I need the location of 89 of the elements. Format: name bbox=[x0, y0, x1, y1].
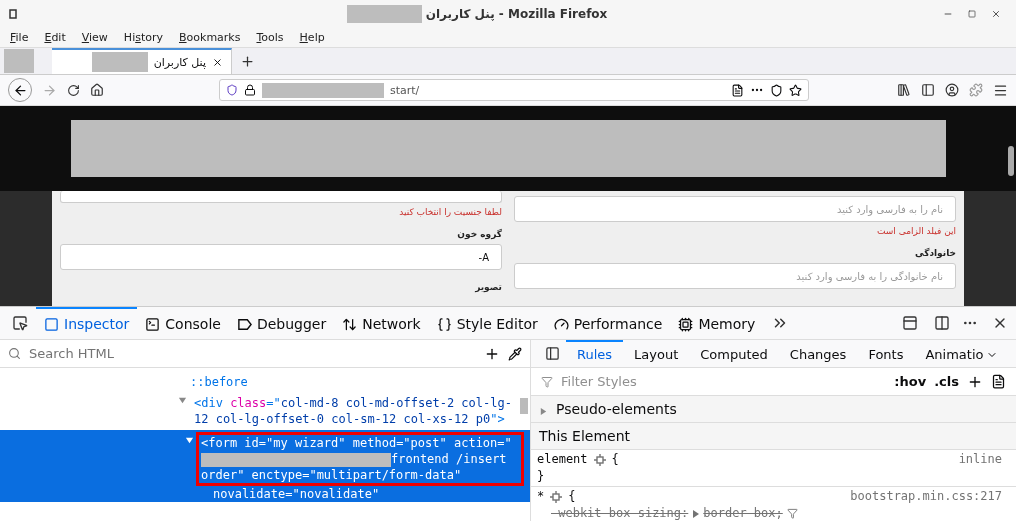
window-icon bbox=[8, 9, 18, 19]
home-icon[interactable] bbox=[90, 83, 104, 97]
rule-selector: * bbox=[537, 488, 545, 505]
debugger-icon bbox=[236, 316, 252, 332]
rule-source[interactable]: inline bbox=[958, 451, 1002, 468]
devtools-tab[interactable]: Memory bbox=[670, 307, 764, 339]
menu-item[interactable]: File bbox=[10, 31, 29, 44]
devtools-tab[interactable]: Network bbox=[334, 307, 429, 339]
twisty-icon[interactable] bbox=[178, 396, 187, 405]
markup-node[interactable]: <form id="my wizard" method="post" action=" frontend /insert order" enctype="multipart/form-data" novalidate="novalidate" bbox=[0, 430, 530, 502]
browser-tab[interactable]: پنل کاربران bbox=[52, 48, 232, 74]
window-title: پنل کاربران - Mozilla Firefox bbox=[425, 7, 608, 21]
crosshair-icon[interactable] bbox=[550, 490, 563, 503]
filter-icon bbox=[541, 375, 553, 388]
document-icon[interactable] bbox=[991, 374, 1006, 389]
shield-icon[interactable] bbox=[770, 83, 783, 97]
rule-selector: element bbox=[537, 451, 588, 468]
plus-icon[interactable] bbox=[240, 53, 255, 69]
pseudo-toggle[interactable]: :hov bbox=[894, 374, 927, 389]
puzzle-icon[interactable] bbox=[969, 83, 983, 97]
gauge-icon bbox=[553, 316, 569, 332]
sidebar-tab[interactable]: Rules bbox=[566, 340, 624, 367]
console-icon bbox=[145, 316, 161, 332]
close-icon[interactable] bbox=[991, 9, 1001, 19]
css-value[interactable]: border-box; bbox=[703, 505, 783, 521]
sidebar-icon[interactable] bbox=[921, 83, 935, 97]
braces-icon bbox=[436, 316, 452, 332]
devtools-tab[interactable]: Debugger bbox=[228, 307, 335, 339]
section-title: Pseudo-elements bbox=[556, 401, 677, 417]
picker-icon[interactable] bbox=[12, 315, 28, 331]
text-field[interactable]: A- bbox=[60, 244, 502, 270]
devtools-tab[interactable]: Inspector bbox=[36, 307, 138, 339]
crosshair-icon[interactable] bbox=[593, 453, 606, 466]
markup-node[interactable]: <div class="col-md-8 col-md-offset-2 col-lg-12 col-lg-offset-0 col-sm-12 col-xs-12 p0"> bbox=[0, 390, 530, 430]
dock-icon[interactable] bbox=[902, 315, 918, 331]
scrollbar-thumb[interactable] bbox=[520, 398, 528, 414]
brace: } bbox=[537, 468, 546, 485]
section-header[interactable]: Pseudo-elements bbox=[531, 396, 1016, 423]
rule-source[interactable]: bootstrap.min.css:217 bbox=[850, 488, 1002, 505]
filter-icon[interactable] bbox=[786, 508, 798, 519]
scrollbar-thumb[interactable] bbox=[1008, 146, 1014, 176]
menu-item[interactable]: Tools bbox=[256, 31, 284, 44]
sidebar-tab[interactable]: Changes bbox=[778, 340, 858, 367]
menu-item[interactable]: Bookmarks bbox=[179, 31, 241, 44]
expander-icon[interactable] bbox=[539, 406, 548, 416]
twisty-icon[interactable] bbox=[185, 436, 194, 445]
lock-icon[interactable] bbox=[244, 84, 256, 96]
reload-icon[interactable] bbox=[67, 83, 80, 97]
maximize-icon[interactable] bbox=[968, 10, 976, 18]
inspector-icon bbox=[44, 316, 59, 332]
css-property[interactable]: -webkit-box-sizing: bbox=[551, 505, 689, 521]
star-icon[interactable] bbox=[789, 83, 802, 97]
search-icon bbox=[8, 347, 21, 360]
menu-item[interactable]: History bbox=[123, 31, 163, 44]
reader-view-icon[interactable] bbox=[731, 83, 744, 97]
panel-icon[interactable] bbox=[545, 346, 560, 361]
sidebar-tab[interactable]: Layout bbox=[623, 340, 690, 367]
close-icon[interactable] bbox=[212, 56, 223, 68]
field-label: تصویر bbox=[474, 282, 502, 293]
url-field[interactable]: start/ bbox=[219, 79, 809, 101]
brace: { bbox=[611, 451, 619, 468]
redacted-block bbox=[4, 49, 34, 73]
search-field[interactable]: Search HTML bbox=[29, 346, 476, 361]
menu-item[interactable]: View bbox=[81, 31, 108, 44]
devtools-tab[interactable]: Style Editor bbox=[428, 307, 546, 339]
section-title: This Element bbox=[539, 428, 631, 444]
devtools-tab[interactable]: Console bbox=[137, 307, 229, 339]
brace: { bbox=[568, 488, 576, 505]
menu-item[interactable]: Help bbox=[299, 31, 325, 44]
menu-item[interactable]: Edit bbox=[44, 31, 66, 44]
markup-node[interactable]: ::before bbox=[190, 374, 248, 390]
sidebar-tab[interactable]: Computed bbox=[689, 340, 779, 367]
pseudo-toggle[interactable]: .cls bbox=[934, 374, 959, 389]
field-label: گروه خون bbox=[456, 229, 502, 240]
sidebar-tab[interactable]: Fonts bbox=[857, 340, 915, 367]
eyedropper-icon[interactable] bbox=[508, 346, 522, 361]
devtools-tab[interactable]: Performance bbox=[545, 307, 671, 339]
library-icon[interactable] bbox=[897, 83, 911, 97]
error-message: لطفا جنسیت را انتخاب کنید bbox=[398, 207, 502, 217]
chip-icon bbox=[678, 316, 694, 332]
error-message: این فیلد الزامی است bbox=[875, 226, 956, 236]
split-icon[interactable] bbox=[934, 315, 950, 331]
field-label: خانوادگی bbox=[914, 248, 956, 259]
sidebar-tab[interactable]: Animatio bbox=[914, 340, 1009, 367]
expander-icon[interactable] bbox=[692, 509, 700, 518]
account-icon[interactable] bbox=[945, 83, 959, 97]
menu-icon[interactable] bbox=[993, 82, 1008, 98]
network-icon bbox=[342, 316, 358, 332]
text-field[interactable] bbox=[60, 191, 502, 203]
